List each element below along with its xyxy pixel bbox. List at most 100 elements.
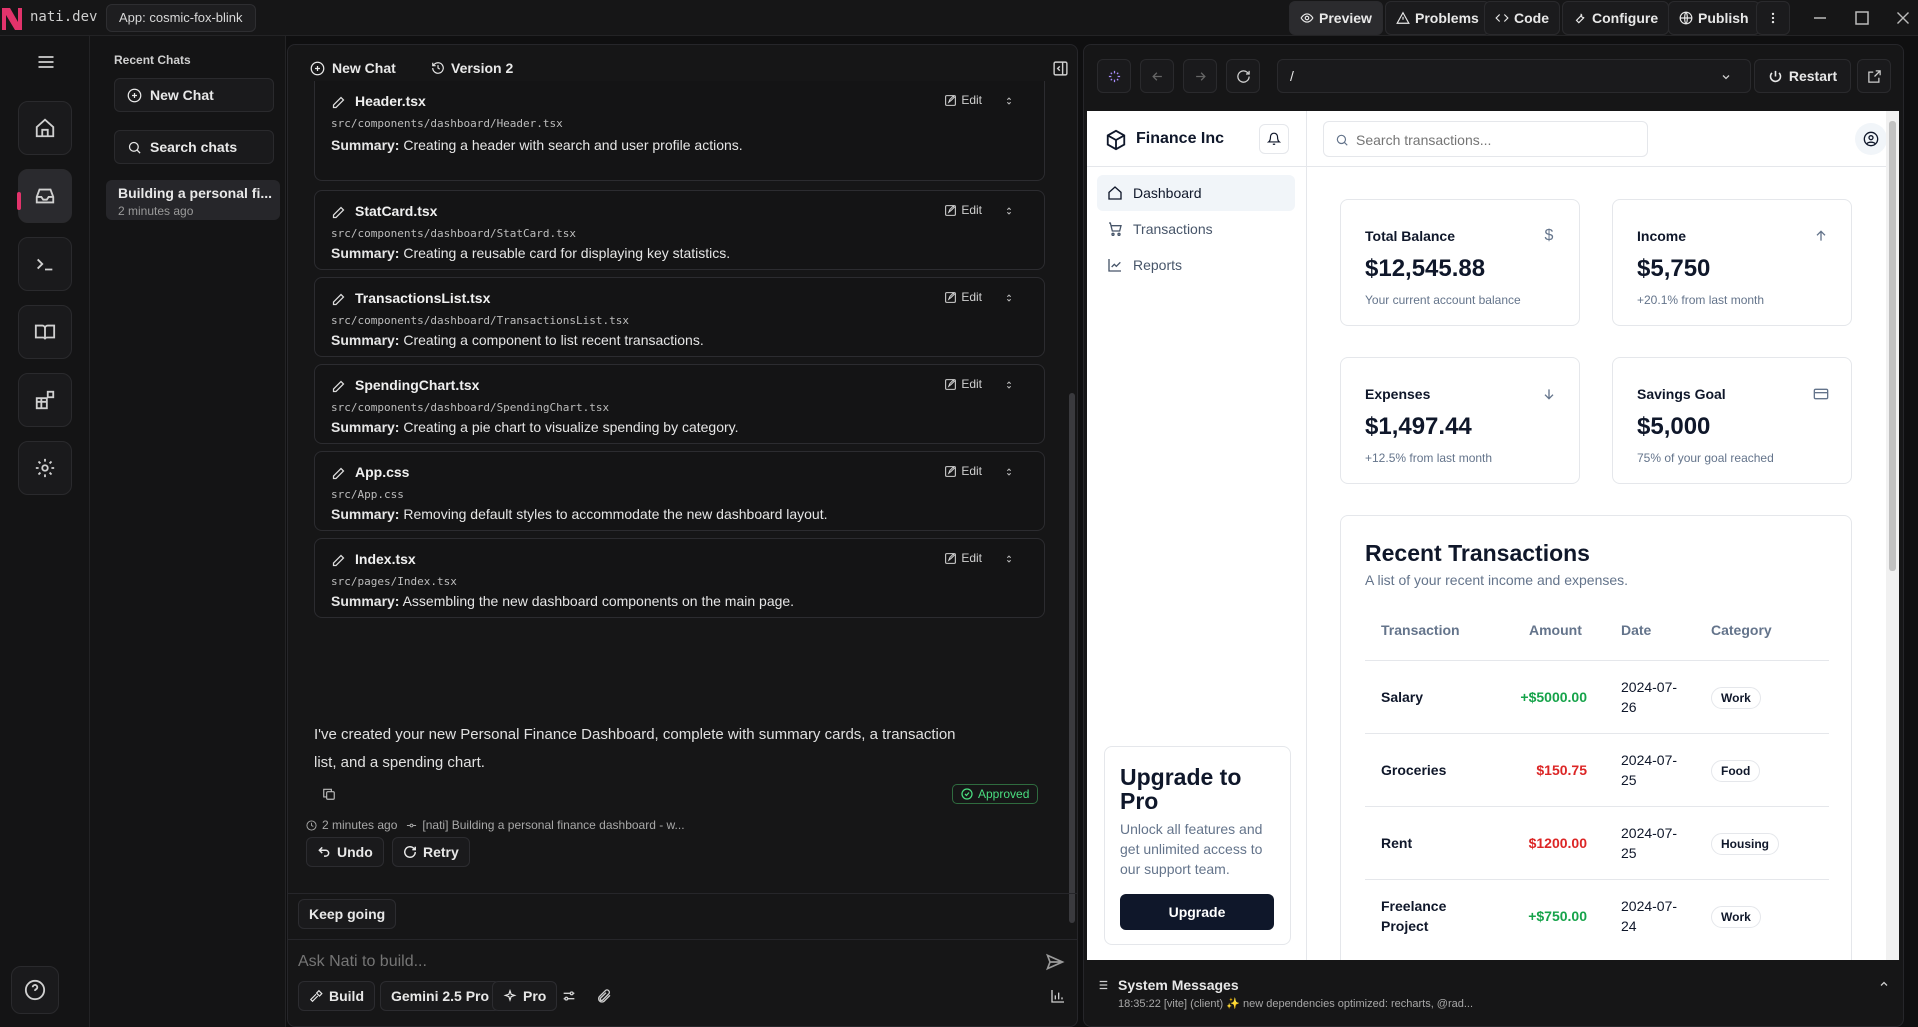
edit-button[interactable]: Edit [944, 290, 982, 304]
nav-transactions[interactable]: Transactions [1097, 211, 1295, 247]
new-chat-header-button[interactable]: New Chat [310, 60, 396, 76]
col-category: Category [1711, 622, 1772, 638]
minimize-icon[interactable] [1808, 6, 1832, 30]
edit-button[interactable]: Edit [944, 377, 982, 391]
toggle-panel-icon[interactable] [1052, 60, 1069, 77]
more-vertical-icon [1771, 12, 1775, 24]
nav-dashboard[interactable]: Dashboard [1097, 175, 1295, 211]
rail-library[interactable] [18, 305, 72, 359]
file-change-card[interactable]: StatCard.tsx src/components/dashboard/Sta… [314, 190, 1045, 270]
file-path: src/App.css [331, 488, 404, 501]
rail-settings[interactable] [18, 441, 72, 495]
system-messages-panel[interactable]: System Messages 18:35:22 [vite] (client)… [1087, 966, 1899, 1016]
restart-button[interactable]: Restart [1754, 59, 1851, 93]
problems-button[interactable]: Problems [1385, 1, 1490, 35]
rail-hub[interactable] [18, 373, 72, 427]
file-change-card[interactable]: Header.tsx src/components/dashboard/Heade… [314, 81, 1045, 181]
app-sidebar: Finance Inc Dashboard Transactions Repor… [1087, 111, 1307, 960]
edit-button[interactable]: Edit [944, 93, 982, 107]
retry-button[interactable]: Retry [392, 837, 470, 867]
system-messages-title: System Messages [1118, 977, 1239, 993]
chevron-up-down-icon[interactable] [1004, 379, 1014, 391]
pro-button[interactable]: Pro [492, 981, 558, 1011]
edit-button[interactable]: Edit [944, 551, 982, 565]
scrollbar-thumb[interactable] [1889, 121, 1896, 571]
code-button[interactable]: Code [1484, 1, 1560, 35]
menu-icon[interactable] [36, 52, 56, 72]
home-icon [35, 118, 55, 138]
file-summary: Summary: Assembling the new dashboard co… [331, 593, 795, 609]
hammer-icon [309, 989, 323, 1003]
table-row[interactable]: Groceries $150.75 2024-07- 25 Food [1365, 733, 1829, 806]
search-chats-button[interactable]: Search chats [114, 130, 274, 164]
chat-list-item[interactable]: Building a personal fi... 2 minutes ago [106, 180, 280, 220]
preview-scrollbar[interactable] [1886, 111, 1899, 960]
rail-terminal[interactable] [18, 237, 72, 291]
edit-icon [945, 552, 957, 564]
help-button[interactable] [11, 966, 59, 1014]
sliders-icon[interactable] [561, 988, 577, 1004]
chevron-up-down-icon[interactable] [1004, 95, 1014, 107]
upgrade-button[interactable]: Upgrade [1120, 894, 1274, 930]
category-badge: Work [1711, 906, 1761, 928]
file-change-card[interactable]: SpendingChart.tsx src/components/dashboar… [314, 364, 1045, 444]
pencil-icon [332, 467, 345, 480]
active-indicator [17, 192, 21, 210]
new-chat-button[interactable]: New Chat [114, 78, 274, 112]
copy-icon[interactable] [322, 787, 336, 801]
model-selector[interactable]: Gemini 2.5 Pro [380, 981, 501, 1011]
transaction-search[interactable] [1323, 121, 1648, 157]
file-summary: Summary: Removing default styles to acco… [331, 506, 828, 522]
chevron-up-down-icon[interactable] [1004, 466, 1014, 478]
message-meta: 2 minutes ago [nati] Building a personal… [306, 818, 685, 832]
paperclip-icon[interactable] [596, 988, 612, 1004]
back-button[interactable] [1140, 59, 1174, 93]
file-name: StatCard.tsx [355, 203, 438, 219]
chevron-up-down-icon[interactable] [1004, 553, 1014, 565]
send-icon[interactable] [1045, 952, 1065, 972]
refresh-icon [404, 846, 416, 858]
edit-button[interactable]: Edit [944, 203, 982, 217]
close-icon[interactable] [1892, 6, 1914, 30]
notifications-button[interactable] [1259, 124, 1289, 154]
publish-button[interactable]: Publish [1668, 1, 1760, 35]
chat-scrollbar[interactable] [1069, 393, 1075, 923]
build-mode-button[interactable]: Build [298, 981, 375, 1011]
preview-button[interactable]: Preview [1289, 1, 1383, 35]
bar-chart-icon[interactable] [1050, 988, 1066, 1004]
undo-icon [318, 846, 330, 857]
transaction-search-input[interactable] [1356, 129, 1636, 151]
configure-button[interactable]: Configure [1562, 1, 1670, 35]
stat-card-expenses: Expenses $1,497.44 +12.5% from last mont… [1340, 357, 1580, 484]
forward-button[interactable] [1183, 59, 1217, 93]
file-change-card[interactable]: TransactionsList.tsx src/components/dashb… [314, 277, 1045, 357]
pencil-icon [332, 96, 345, 109]
url-bar[interactable]: / [1277, 59, 1751, 93]
edit-button[interactable]: Edit [944, 464, 982, 478]
keep-going-button[interactable]: Keep going [298, 899, 397, 929]
chevron-up-down-icon[interactable] [1004, 205, 1014, 217]
edit-icon [945, 204, 957, 216]
picker-button[interactable] [1097, 59, 1131, 93]
chevron-up-icon[interactable] [1878, 978, 1890, 990]
chevron-up-down-icon[interactable] [1004, 292, 1014, 304]
reload-button[interactable] [1226, 59, 1260, 93]
undo-button[interactable]: Undo [306, 837, 384, 867]
nav-reports[interactable]: Reports [1097, 247, 1295, 283]
version-button[interactable]: Version 2 [431, 60, 513, 76]
table-row[interactable]: Salary +$5000.00 2024-07- 26 Work [1365, 660, 1829, 733]
more-button[interactable] [1756, 1, 1790, 35]
file-change-card[interactable]: App.css src/App.css Summary: Removing defa… [314, 451, 1045, 531]
file-change-card[interactable]: Index.tsx src/pages/Index.tsx Summary: Ass… [314, 538, 1045, 618]
table-row[interactable]: Freelance Project +$750.00 2024-07- 24 W… [1365, 879, 1829, 952]
chat-input[interactable] [298, 947, 1038, 977]
rail-home[interactable] [18, 101, 72, 155]
app-name-tag[interactable]: App: cosmic-fox-blink [106, 4, 256, 32]
user-avatar-button[interactable] [1855, 123, 1887, 155]
open-external-button[interactable] [1857, 59, 1891, 93]
file-path: src/components/dashboard/StatCard.tsx [331, 227, 577, 240]
table-row[interactable]: Rent $1200.00 2024-07- 25 Housing [1365, 806, 1829, 879]
external-link-icon [1867, 69, 1881, 83]
maximize-icon[interactable] [1850, 6, 1874, 30]
rail-chats[interactable] [17, 169, 72, 223]
